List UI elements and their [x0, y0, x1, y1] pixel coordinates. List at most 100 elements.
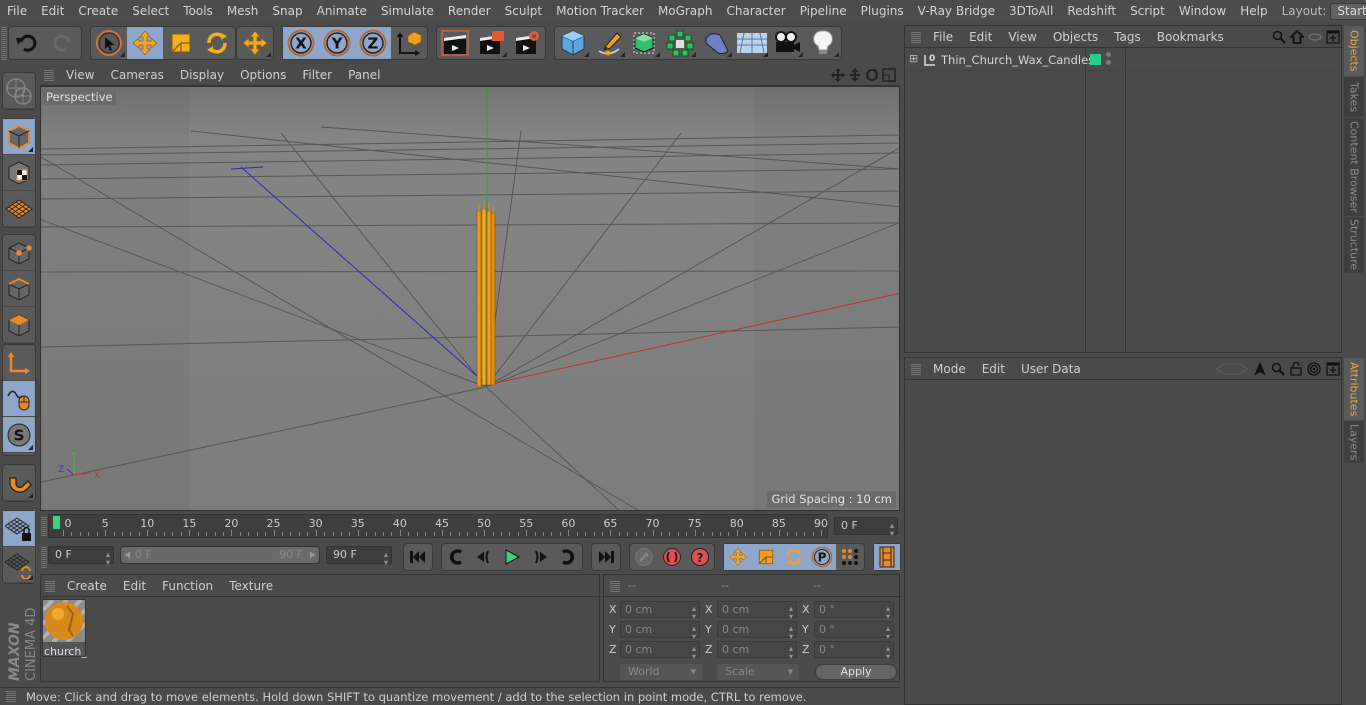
frame-range-slider[interactable]: ◀ 0 F 90 F ▶ [120, 546, 320, 564]
menu-select[interactable]: Select [125, 4, 176, 18]
zoom-view-icon[interactable] [848, 67, 862, 82]
material-menu-texture[interactable]: Texture [221, 579, 281, 593]
object-menu-bookmarks[interactable]: Bookmarks [1149, 30, 1232, 44]
rot-b-field[interactable]: 0 ° ▴ ▾ [814, 641, 894, 661]
tab-attributes[interactable]: Attributes [1344, 358, 1364, 420]
points-mode-button[interactable] [3, 235, 35, 271]
object-menu-edit[interactable]: Edit [961, 30, 1000, 44]
next-key-button[interactable] [554, 544, 582, 570]
workplane-align-button[interactable] [3, 547, 35, 583]
menu-mesh[interactable]: Mesh [220, 4, 266, 18]
timeline-grip[interactable] [41, 516, 47, 536]
maximize-view-icon[interactable] [882, 67, 896, 82]
play-button[interactable] [498, 544, 526, 570]
add-deformer-button[interactable] [698, 27, 734, 59]
target-icon[interactable] [1307, 361, 1321, 376]
render-to-picture-viewer-button[interactable] [473, 27, 509, 59]
position-track-button[interactable] [724, 544, 752, 570]
previous-frame-button[interactable] [470, 544, 498, 570]
texture-mode-button[interactable] [3, 155, 35, 191]
attribute-grip[interactable] [911, 362, 921, 375]
viewport-perspective[interactable]: Y X Z Perspective Grid Spacing : 10 cm [40, 86, 900, 511]
viewport-menu-view[interactable]: View [58, 68, 102, 82]
material-menu-create[interactable]: Create [59, 579, 115, 593]
playhead[interactable] [53, 516, 60, 529]
up-arrow-icon[interactable] [1254, 361, 1266, 376]
timeline-ruler[interactable]: 0 5 10 15 20 25 30 35 40 45 50 55 60 65 70 75 80 85 90 [48, 514, 828, 538]
menu-create[interactable]: Create [71, 4, 125, 18]
undo-button[interactable] [9, 27, 45, 59]
add-floor-button[interactable] [734, 27, 770, 59]
pos-x-field[interactable]: 0 cm ▴ ▾ [620, 601, 700, 621]
recent-tools-button[interactable] [237, 27, 273, 59]
size-z-field[interactable]: 0 cm ▴ ▾ [717, 641, 797, 661]
viewport-menu-panel[interactable]: Panel [340, 68, 388, 82]
add-cube-button[interactable] [555, 27, 591, 59]
camera-label[interactable]: Perspective [43, 89, 116, 105]
tab-content-browser[interactable]: Content Browser [1344, 118, 1364, 216]
point-level-track-button[interactable] [836, 544, 864, 570]
tab-objects[interactable]: Objects [1344, 26, 1364, 76]
parameter-track-button[interactable]: P [808, 544, 836, 570]
object-menu-tags[interactable]: Tags [1106, 30, 1149, 44]
object-menu-file[interactable]: File [925, 30, 961, 44]
attribute-menu-user-data[interactable]: User Data [1013, 362, 1089, 376]
object-row[interactable]: ⊞ 0 Thin_Church_Wax_Candles [905, 49, 1341, 71]
goto-end-button[interactable] [592, 544, 620, 570]
object-name[interactable]: Thin_Church_Wax_Candles [941, 53, 1094, 67]
workplane-mode-button[interactable] [3, 191, 35, 227]
move-tool-button[interactable] [127, 27, 163, 59]
menu-vray-bridge[interactable]: V-Ray Bridge [911, 4, 1002, 18]
coordinate-system-button[interactable] [391, 27, 427, 59]
x-axis-lock-button[interactable]: X [283, 27, 319, 59]
new-window-icon[interactable] [1326, 361, 1340, 376]
solo-button[interactable]: S [3, 417, 35, 453]
menu-help[interactable]: Help [1233, 4, 1274, 18]
navigation-arrows-icon[interactable] [1215, 363, 1249, 375]
render-view-button[interactable] [437, 27, 473, 59]
viewport-menu-filter[interactable]: Filter [294, 68, 340, 82]
size-x-field[interactable]: 0 cm ▴ ▾ [717, 601, 797, 621]
tweak-mode-button[interactable] [3, 381, 35, 417]
apply-button[interactable]: Apply [815, 664, 897, 680]
menu-snap[interactable]: Snap [265, 4, 309, 18]
range-right-arrow-icon[interactable]: ▶ [310, 547, 316, 563]
current-frame-field[interactable]: 0 F ▴ ▾ [834, 517, 898, 538]
new-window-icon[interactable] [1326, 29, 1340, 44]
rotate-view-icon[interactable] [865, 67, 879, 82]
object-grip[interactable] [911, 30, 921, 43]
status-grip[interactable] [6, 691, 16, 702]
tab-layers[interactable]: Layers [1344, 421, 1364, 463]
menu-file[interactable]: File [0, 4, 34, 18]
pos-y-field[interactable]: 0 cm ▴ ▾ [620, 621, 700, 641]
hierarchy-icon[interactable] [1308, 30, 1322, 44]
transform-type-select[interactable]: Scale ▼ [717, 664, 799, 680]
range-left-arrow-icon[interactable]: ◀ [124, 547, 130, 563]
render-settings-button[interactable] [509, 27, 545, 59]
layout-select[interactable]: Startup ▼ [1330, 2, 1366, 20]
model-mode-button[interactable] [3, 119, 35, 155]
viewport-menu-options[interactable]: Options [232, 68, 294, 82]
attribute-menu-edit[interactable]: Edit [974, 362, 1013, 376]
edges-mode-button[interactable] [3, 271, 35, 307]
rot-h-field[interactable]: 0 ° ▴ ▾ [814, 601, 894, 621]
scale-track-button[interactable] [752, 544, 780, 570]
tab-structure[interactable]: Structure [1344, 217, 1364, 273]
search-icon[interactable] [1271, 362, 1285, 376]
make-editable-button[interactable] [3, 73, 35, 109]
snap-button[interactable] [3, 465, 35, 501]
menu-sculpt[interactable]: Sculpt [498, 4, 549, 18]
record-keys-button[interactable] [630, 544, 658, 570]
add-camera-button[interactable] [770, 27, 806, 59]
add-subdivision-surface-button[interactable] [627, 27, 663, 59]
add-light-button[interactable] [805, 27, 841, 59]
search-icon[interactable] [1272, 30, 1286, 44]
rotation-track-button[interactable] [780, 544, 808, 570]
size-y-field[interactable]: 0 cm ▴ ▾ [717, 621, 797, 641]
workplane-lock-button[interactable] [3, 511, 35, 547]
timeline-window-button[interactable] [874, 544, 900, 570]
candles-object[interactable] [476, 201, 496, 388]
tab-takes[interactable]: Takes [1344, 77, 1364, 117]
start-frame-field[interactable]: 0 F ▴ ▾ [48, 546, 114, 567]
menu-script[interactable]: Script [1123, 4, 1172, 18]
